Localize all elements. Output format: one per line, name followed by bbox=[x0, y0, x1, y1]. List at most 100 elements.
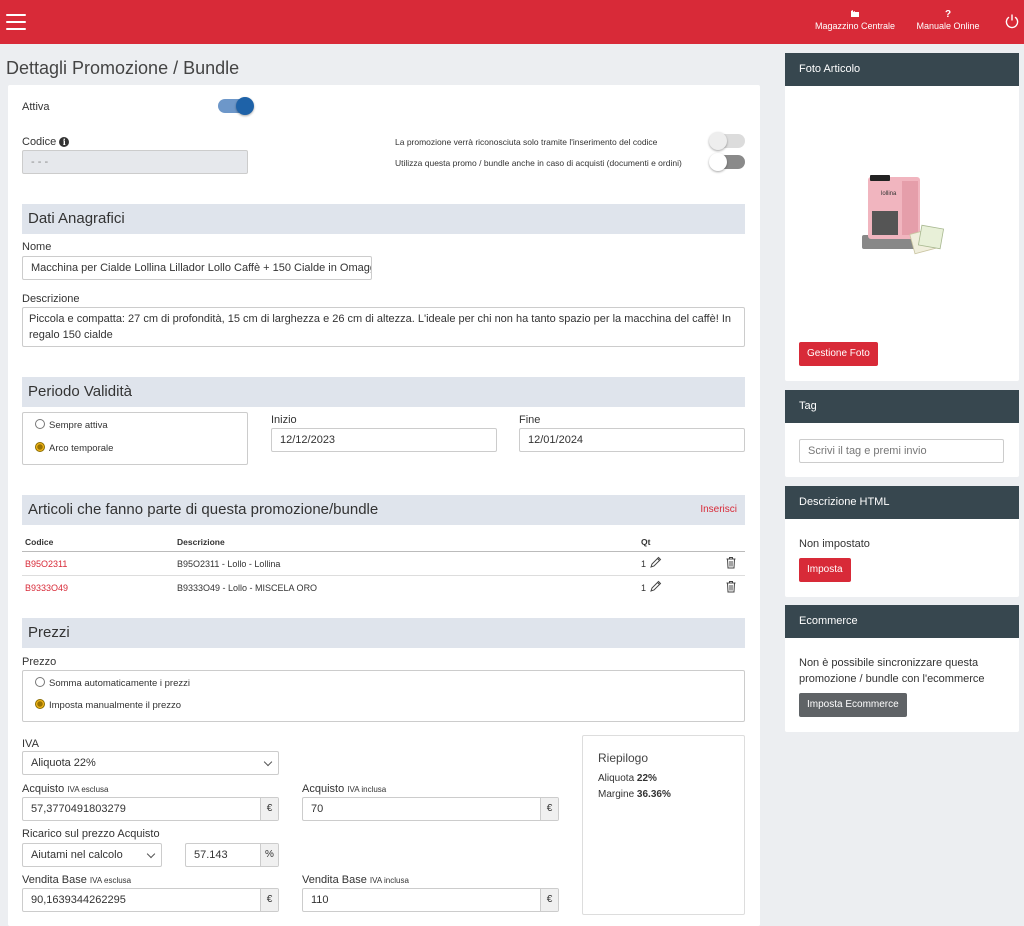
fine-label: Fine bbox=[519, 414, 541, 426]
codice-field: - - - bbox=[22, 150, 248, 174]
power-icon[interactable] bbox=[1004, 13, 1020, 29]
imposta-button[interactable]: Imposta bbox=[799, 558, 851, 582]
nome-input[interactable]: Macchina per Cialde Lollina Lillador Lol… bbox=[22, 256, 372, 280]
codice-label: Codice i bbox=[22, 136, 70, 148]
vendita-escl-label: Vendita Base IVA esclusa bbox=[22, 874, 131, 886]
radio-imposta-manuale[interactable]: Imposta manualmente il prezzo bbox=[35, 699, 181, 711]
label-suffix: IVA inclusa bbox=[369, 876, 409, 885]
radio-circle[interactable] bbox=[35, 677, 45, 687]
codice-label-text: Codice bbox=[22, 136, 57, 148]
euro-addon: € bbox=[260, 889, 278, 911]
row-1-code-link[interactable]: B95O2311 bbox=[25, 559, 67, 569]
section-prezzi: Prezzi bbox=[22, 618, 745, 648]
section-periodo-validita: Periodo Validità bbox=[22, 377, 745, 407]
euro-addon: € bbox=[540, 889, 558, 911]
radio-circle[interactable] bbox=[35, 419, 45, 429]
option-purchases-label: Utilizza questa promo / bundle anche in … bbox=[395, 158, 682, 168]
col-codice: Codice bbox=[25, 537, 54, 547]
row-2-qty: 1 bbox=[641, 583, 647, 593]
label-suffix: IVA inclusa bbox=[347, 785, 387, 794]
label-text: Vendita Base bbox=[22, 874, 87, 886]
warehouse-icon bbox=[812, 9, 898, 21]
label-text: Acquisto bbox=[22, 783, 65, 795]
input-value: 57.143 bbox=[194, 849, 228, 861]
radio-circle-selected[interactable] bbox=[35, 699, 45, 709]
inizio-label: Inizio bbox=[271, 414, 297, 426]
descrizione-textarea[interactable]: Piccola e compatta: 27 cm di profondità,… bbox=[22, 307, 745, 347]
table-header-divider bbox=[22, 551, 745, 552]
nav-manuale[interactable]: ? Manuale Online bbox=[912, 9, 984, 31]
riepilogo-box: Riepilogo Aliquota 22% Margine 36.36% bbox=[582, 735, 745, 915]
purchases-toggle[interactable] bbox=[709, 153, 745, 171]
riepilogo-aliquota: Aliquota 22% bbox=[598, 773, 657, 784]
product-image bbox=[862, 175, 944, 255]
radio-label: Arco temporale bbox=[49, 443, 114, 454]
top-bar: Magazzino Centrale ? Manuale Online bbox=[0, 0, 1024, 44]
page-title: Dettagli Promozione / Bundle bbox=[6, 58, 240, 78]
row-divider bbox=[22, 575, 745, 576]
imposta-ecommerce-button[interactable]: Imposta Ecommerce bbox=[799, 693, 907, 717]
margine-value: 36.36% bbox=[636, 789, 671, 800]
riepilogo-title: Riepilogo bbox=[598, 751, 649, 765]
acquisto-incl-input[interactable]: 70 € bbox=[302, 797, 559, 821]
ecommerce-message: Non è possibile sincronizzare questa pro… bbox=[799, 657, 985, 685]
fine-date-input[interactable]: 12/01/2024 bbox=[519, 428, 745, 452]
vendita-incl-input[interactable]: 110 € bbox=[302, 888, 559, 912]
help-icon: ? bbox=[944, 9, 952, 20]
trash-icon[interactable] bbox=[725, 580, 737, 593]
ricarico-percent-input[interactable]: 57.143% bbox=[185, 843, 279, 867]
tag-card: Tag Scrivi il tag e premi invio bbox=[785, 390, 1019, 477]
input-value: 90,1639344262295 bbox=[31, 894, 126, 906]
attiva-toggle[interactable] bbox=[218, 97, 254, 115]
gestione-foto-button[interactable]: Gestione Foto bbox=[799, 342, 878, 366]
foto-articolo-card: Foto Articolo lollina Gestione Foto bbox=[785, 53, 1019, 381]
foto-articolo-title: Foto Articolo bbox=[785, 53, 1019, 86]
ricarico-label: Ricarico sul prezzo Acquisto bbox=[22, 828, 160, 840]
tag-input[interactable]: Scrivi il tag e premi invio bbox=[799, 439, 1004, 463]
row-1-description: B95O2311 - Lollo - Lollina bbox=[177, 559, 281, 569]
inizio-date-input[interactable]: 12/12/2023 bbox=[271, 428, 497, 452]
vendita-escl-input[interactable]: 90,1639344262295 € bbox=[22, 888, 279, 912]
vendita-incl-label: Vendita Base IVA inclusa bbox=[302, 874, 409, 886]
menu-icon[interactable] bbox=[6, 14, 26, 30]
code-only-toggle[interactable] bbox=[709, 132, 745, 150]
col-qt: Qt bbox=[641, 537, 651, 547]
input-value: 70 bbox=[311, 803, 324, 815]
section-title: Dati Anagrafici bbox=[28, 210, 125, 227]
main-card: Attiva Codice i - - - La promozione verrà… bbox=[8, 85, 760, 926]
iva-select[interactable]: Aliquota 22% bbox=[22, 751, 279, 775]
trash-icon[interactable] bbox=[725, 556, 737, 569]
iva-label: IVA bbox=[22, 738, 39, 750]
attiva-label: Attiva bbox=[22, 101, 50, 113]
radio-arco-temporale[interactable]: Arco temporale bbox=[35, 442, 113, 454]
euro-addon: € bbox=[540, 798, 558, 820]
label-text: Margine bbox=[598, 789, 635, 800]
section-articoli: Articoli che fanno parte di questa promo… bbox=[22, 495, 745, 525]
euro-addon: € bbox=[260, 798, 278, 820]
ecommerce-card: Ecommerce Non è possibile sincronizzare … bbox=[785, 605, 1019, 732]
ecommerce-title: Ecommerce bbox=[785, 605, 1019, 638]
descrizione-html-card: Descrizione HTML Non impostato Imposta bbox=[785, 486, 1019, 597]
radio-sempre-attiva[interactable]: Sempre attiva bbox=[35, 419, 108, 431]
label-suffix: IVA esclusa bbox=[67, 785, 109, 794]
nav-magazzino[interactable]: Magazzino Centrale bbox=[812, 9, 898, 31]
radio-label: Imposta manualmente il prezzo bbox=[49, 700, 182, 711]
radio-circle-selected[interactable] bbox=[35, 442, 45, 452]
label-suffix: IVA esclusa bbox=[89, 876, 132, 885]
pencil-icon[interactable] bbox=[649, 580, 662, 593]
section-title: Periodo Validità bbox=[28, 383, 132, 400]
descrizione-html-title: Descrizione HTML bbox=[785, 486, 1019, 519]
info-icon[interactable]: i bbox=[59, 137, 70, 147]
section-dati-anagrafici: Dati Anagrafici bbox=[22, 204, 745, 234]
label-text: Aliquota bbox=[598, 773, 635, 784]
ricarico-select[interactable]: Aiutami nel calcolo bbox=[22, 843, 162, 867]
radio-somma-automatica[interactable]: Somma automaticamente i prezzi bbox=[35, 677, 190, 689]
acquisto-escl-input[interactable]: 57,3770491803279 € bbox=[22, 797, 279, 821]
row-2-code-link[interactable]: B9333O49 bbox=[25, 583, 68, 593]
pencil-icon[interactable] bbox=[649, 556, 662, 569]
inserisci-link[interactable]: Inserisci bbox=[700, 504, 737, 515]
label-text: Acquisto bbox=[302, 783, 345, 795]
acquisto-incl-label: Acquisto IVA inclusa bbox=[302, 783, 386, 795]
prezzo-label: Prezzo bbox=[22, 656, 57, 668]
radio-label: Somma automaticamente i prezzi bbox=[49, 678, 190, 689]
